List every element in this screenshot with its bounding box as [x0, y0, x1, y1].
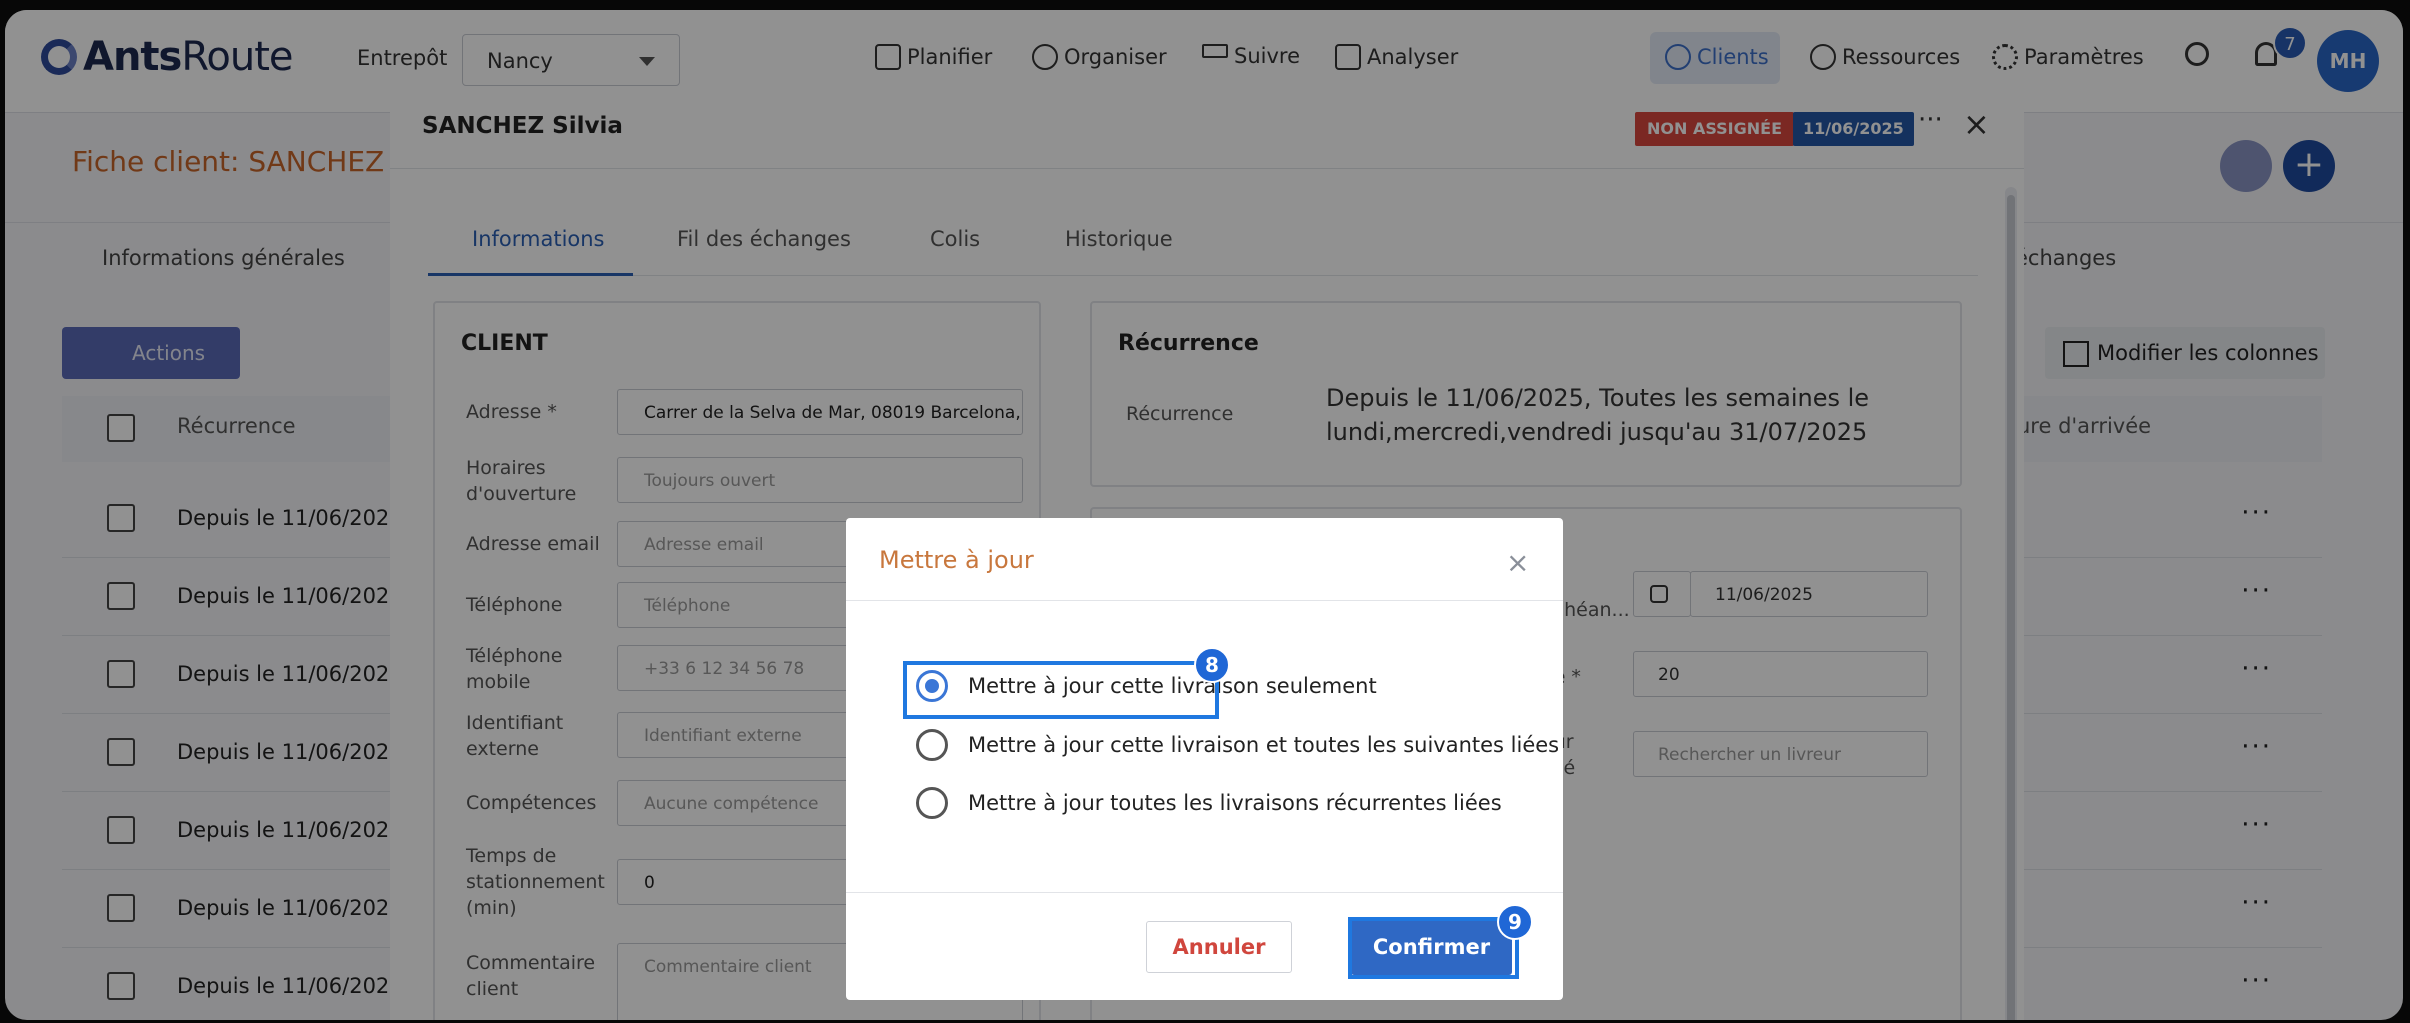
update-dialog: Mettre à jour × Mettre à jour cette livr… [846, 518, 1563, 1000]
step-marker: 8 [1194, 647, 1230, 683]
dialog-title: Mettre à jour [879, 546, 1034, 574]
cancel-button[interactable]: Annuler [1146, 921, 1292, 973]
radio-button[interactable] [916, 787, 948, 819]
dialog-divider [846, 892, 1563, 893]
step-highlight-confirm [1348, 917, 1519, 979]
option-this-and-following[interactable]: Mettre à jour cette livraison et toutes … [916, 729, 1559, 761]
close-icon[interactable]: × [1506, 546, 1529, 579]
step-highlight-option [903, 661, 1219, 719]
dialog-divider [846, 600, 1563, 601]
option-label: Mettre à jour cette livraison et toutes … [968, 733, 1560, 757]
radio-button[interactable] [916, 729, 948, 761]
step-marker: 9 [1497, 904, 1533, 940]
option-all-recurring[interactable]: Mettre à jour toutes les livraisons récu… [916, 787, 1502, 819]
option-label: Mettre à jour toutes les livraisons récu… [968, 791, 1502, 815]
